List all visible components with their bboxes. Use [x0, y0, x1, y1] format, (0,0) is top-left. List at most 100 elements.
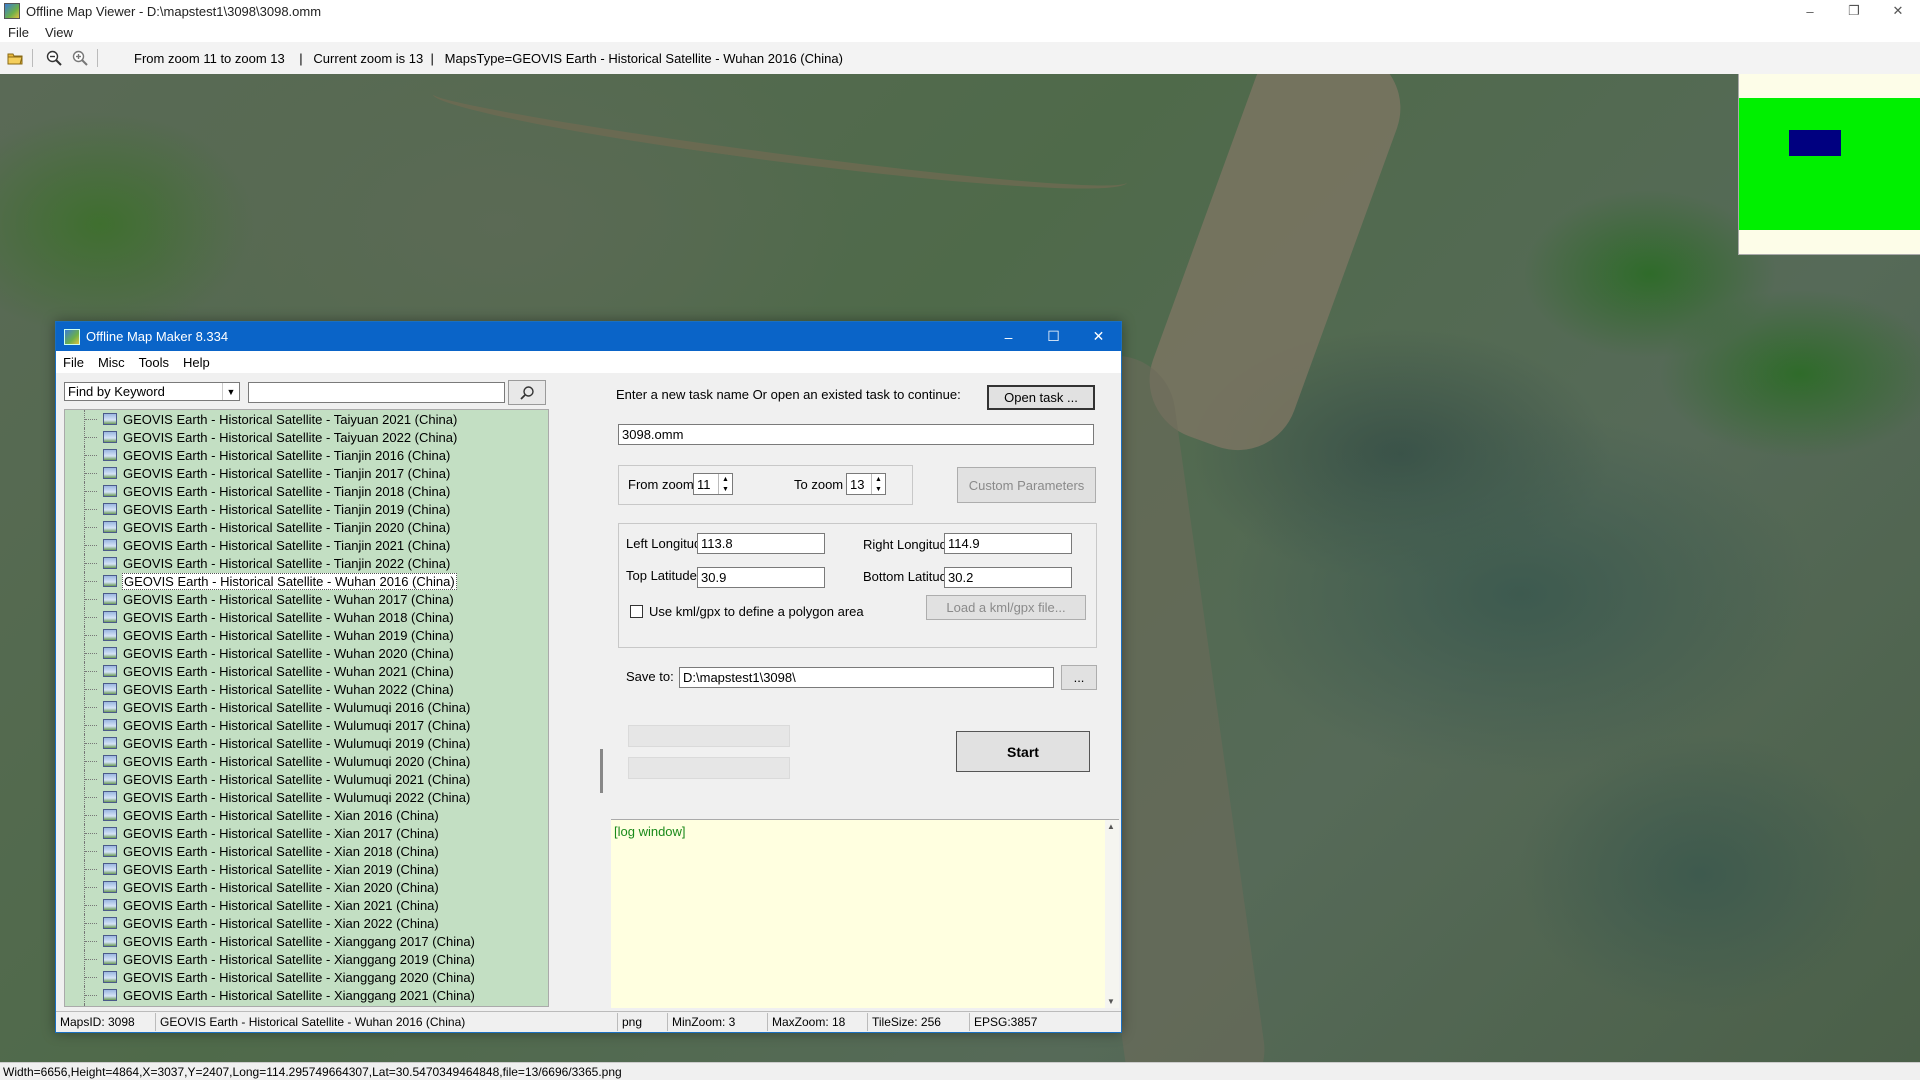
search-button[interactable] — [508, 380, 546, 405]
dialog-menu-misc[interactable]: Misc — [91, 355, 132, 370]
tree-item[interactable]: GEOVIS Earth - Historical Satellite - Wu… — [65, 734, 548, 752]
chevron-down-icon[interactable]: ▼ — [222, 383, 239, 400]
tree-connector — [84, 968, 99, 986]
dialog-menu-help[interactable]: Help — [176, 355, 217, 370]
tree-item-label: GEOVIS Earth - Historical Satellite - Xi… — [123, 825, 439, 841]
to-zoom-spinner[interactable]: 13 ▲ ▼ — [846, 473, 886, 495]
minimap-viewport-rect[interactable] — [1789, 130, 1841, 156]
scroll-up-icon[interactable]: ▲ — [1107, 822, 1115, 831]
tree-item[interactable]: GEOVIS Earth - Historical Satellite - Ti… — [65, 446, 548, 464]
spin-up-icon[interactable]: ▲ — [875, 476, 882, 483]
menu-file[interactable]: File — [0, 25, 37, 40]
close-button[interactable]: ✕ — [1876, 0, 1920, 22]
maximize-button[interactable]: ❐ — [1832, 0, 1876, 22]
from-zoom-spinner[interactable]: 11 ▲ ▼ — [693, 473, 733, 495]
tree-item[interactable]: GEOVIS Earth - Historical Satellite - Wu… — [65, 752, 548, 770]
tree-item[interactable]: GEOVIS Earth - Historical Satellite - Wu… — [65, 662, 548, 680]
map-image-icon — [103, 683, 117, 695]
tree-item[interactable]: GEOVIS Earth - Historical Satellite - Wu… — [65, 770, 548, 788]
save-path-input[interactable]: D:\mapstest1\3098\ — [679, 667, 1054, 688]
spin-up-icon[interactable]: ▲ — [722, 476, 729, 483]
pane-splitter[interactable] — [600, 749, 603, 793]
log-scrollbar[interactable]: ▲ ▼ — [1105, 820, 1119, 1008]
tree-connector — [84, 482, 99, 500]
tree-item[interactable]: GEOVIS Earth - Historical Satellite - Ta… — [65, 410, 548, 428]
tree-item[interactable]: GEOVIS Earth - Historical Satellite - Ti… — [65, 500, 548, 518]
tree-item-label: GEOVIS Earth - Historical Satellite - Ti… — [123, 555, 451, 571]
map-image-icon — [103, 953, 117, 965]
tree-item-label: GEOVIS Earth - Historical Satellite - Wu… — [123, 753, 471, 769]
tree-item[interactable]: GEOVIS Earth - Historical Satellite - Xi… — [65, 914, 548, 932]
tree-item[interactable]: GEOVIS Earth - Historical Satellite - Xi… — [65, 950, 548, 968]
dialog-menu-tools[interactable]: Tools — [132, 355, 176, 370]
tree-item[interactable]: GEOVIS Earth - Historical Satellite - Xi… — [65, 932, 548, 950]
tree-item[interactable]: GEOVIS Earth - Historical Satellite - Ti… — [65, 464, 548, 482]
dialog-close-button[interactable]: ✕ — [1076, 322, 1121, 351]
overview-minimap[interactable] — [1738, 74, 1920, 255]
tree-item[interactable]: GEOVIS Earth - Historical Satellite - Wu… — [65, 788, 548, 806]
tree-item[interactable]: GEOVIS Earth - Historical Satellite - Ta… — [65, 428, 548, 446]
tree-item[interactable]: GEOVIS Earth - Historical Satellite - Xi… — [65, 878, 548, 896]
search-mode-select[interactable]: Find by Keyword ▼ — [64, 382, 240, 401]
tree-connector — [84, 698, 99, 716]
dialog-minimize-button[interactable]: – — [986, 322, 1031, 351]
maps-tree[interactable]: GEOVIS Earth - Historical Satellite - Ta… — [64, 409, 549, 1007]
zoom-out-icon[interactable] — [43, 47, 65, 69]
tree-item[interactable]: GEOVIS Earth - Historical Satellite - Wu… — [65, 680, 548, 698]
tree-item[interactable]: GEOVIS Earth - Historical Satellite - Xi… — [65, 824, 548, 842]
dialog-maximize-button[interactable]: ☐ — [1031, 322, 1076, 351]
tree-item[interactable]: GEOVIS Earth - Historical Satellite - Wu… — [65, 572, 548, 590]
tree-item[interactable]: GEOVIS Earth - Historical Satellite - Xi… — [65, 860, 548, 878]
tree-item[interactable]: GEOVIS Earth - Historical Satellite - Xi… — [65, 842, 548, 860]
tree-item[interactable]: GEOVIS Earth - Historical Satellite - Xi… — [65, 806, 548, 824]
browse-folder-button[interactable]: ... — [1061, 665, 1097, 690]
tree-item-label: GEOVIS Earth - Historical Satellite - Xi… — [123, 969, 475, 985]
keyword-search-input[interactable] — [248, 382, 505, 403]
tree-item[interactable]: GEOVIS Earth - Historical Satellite - Xi… — [65, 896, 548, 914]
custom-parameters-button[interactable]: Custom Parameters — [957, 467, 1096, 503]
tree-item-label: GEOVIS Earth - Historical Satellite - Ti… — [123, 483, 451, 499]
tree-connector — [84, 878, 99, 896]
zoom-in-icon[interactable] — [69, 47, 91, 69]
tree-item-label: GEOVIS Earth - Historical Satellite - Ti… — [123, 537, 451, 553]
tree-connector — [84, 590, 99, 608]
tree-item[interactable]: GEOVIS Earth - Historical Satellite - Wu… — [65, 698, 548, 716]
tree-connector — [84, 644, 99, 662]
tree-item[interactable]: GEOVIS Earth - Historical Satellite - Ti… — [65, 536, 548, 554]
map-image-icon — [103, 827, 117, 839]
log-window[interactable]: [log window] ▲ ▼ — [611, 819, 1119, 1008]
start-button[interactable]: Start — [956, 731, 1090, 772]
kml-polygon-checkbox[interactable] — [630, 605, 643, 618]
tree-item[interactable]: GEOVIS Earth - Historical Satellite - Ti… — [65, 518, 548, 536]
minimize-button[interactable]: – — [1788, 0, 1832, 22]
load-kml-button[interactable]: Load a kml/gpx file... — [926, 595, 1086, 620]
tree-item[interactable]: GEOVIS Earth - Historical Satellite - Xi… — [65, 1004, 548, 1006]
to-zoom-value: 13 — [850, 476, 865, 492]
tree-connector — [84, 824, 99, 842]
tree-item[interactable]: GEOVIS Earth - Historical Satellite - Wu… — [65, 626, 548, 644]
open-folder-icon[interactable] — [4, 47, 26, 69]
top-latitude-input[interactable]: 30.9 — [697, 567, 825, 588]
dialog-menu-file[interactable]: File — [56, 355, 91, 370]
menu-view[interactable]: View — [37, 25, 81, 40]
map-river — [430, 74, 1130, 211]
tree-item[interactable]: GEOVIS Earth - Historical Satellite - Wu… — [65, 716, 548, 734]
tree-item-label: GEOVIS Earth - Historical Satellite - Ta… — [123, 429, 458, 445]
tree-item[interactable]: GEOVIS Earth - Historical Satellite - Xi… — [65, 986, 548, 1004]
spin-down-icon[interactable]: ▼ — [722, 486, 729, 493]
tree-item[interactable]: GEOVIS Earth - Historical Satellite - Wu… — [65, 590, 548, 608]
spin-down-icon[interactable]: ▼ — [875, 486, 882, 493]
open-task-button[interactable]: Open task ... — [987, 385, 1095, 410]
right-longitude-input[interactable]: 114.9 — [944, 533, 1072, 554]
tree-item-label: GEOVIS Earth - Historical Satellite - Wu… — [123, 663, 454, 679]
tree-item[interactable]: GEOVIS Earth - Historical Satellite - Ti… — [65, 482, 548, 500]
left-longitude-input[interactable]: 113.8 — [697, 533, 825, 554]
tree-item[interactable]: GEOVIS Earth - Historical Satellite - Xi… — [65, 968, 548, 986]
tree-item[interactable]: GEOVIS Earth - Historical Satellite - Wu… — [65, 608, 548, 626]
scroll-down-icon[interactable]: ▼ — [1107, 997, 1115, 1006]
task-name-input[interactable]: 3098.omm — [618, 424, 1094, 445]
tree-item[interactable]: GEOVIS Earth - Historical Satellite - Ti… — [65, 554, 548, 572]
viewer-status-bar: Width=6656,Height=4864,X=3037,Y=2407,Lon… — [0, 1062, 1920, 1080]
tree-item[interactable]: GEOVIS Earth - Historical Satellite - Wu… — [65, 644, 548, 662]
bottom-latitude-input[interactable]: 30.2 — [944, 567, 1072, 588]
